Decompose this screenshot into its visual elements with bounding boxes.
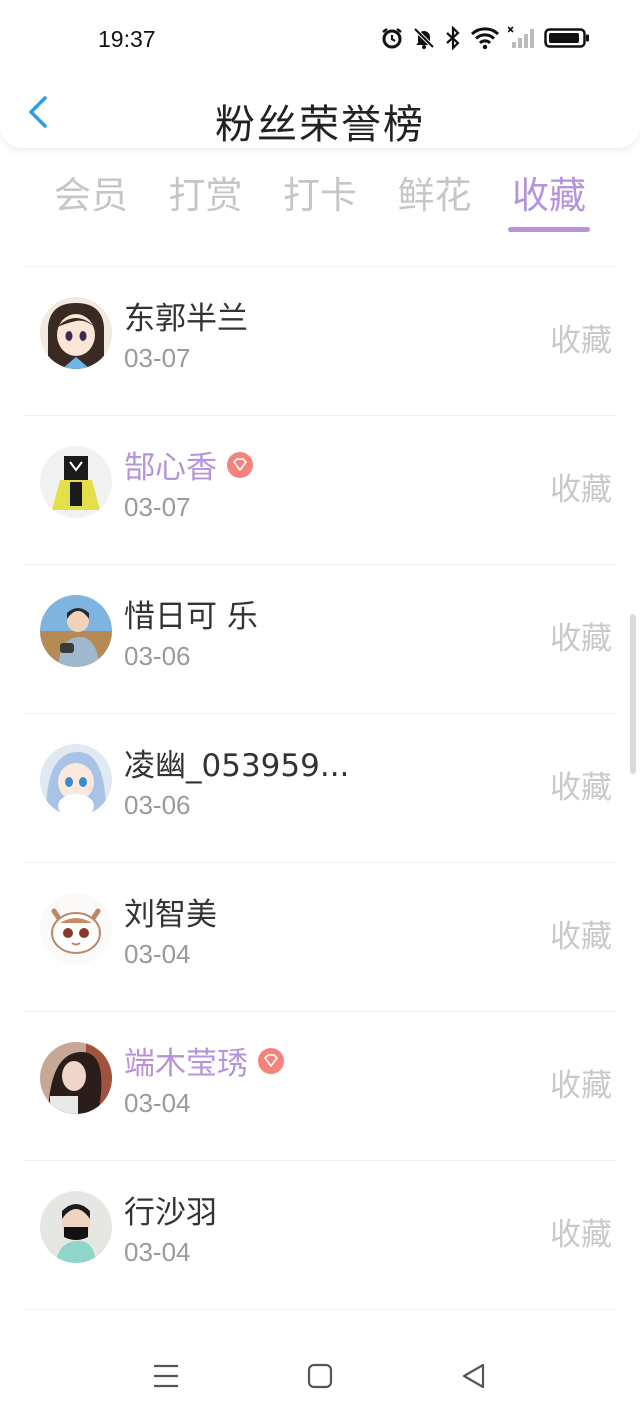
bluetooth-icon <box>444 25 462 54</box>
vip-diamond-icon <box>258 1047 284 1074</box>
mute-icon <box>412 26 436 54</box>
avatar <box>40 744 112 816</box>
avatar <box>40 595 112 667</box>
home-button[interactable] <box>298 1354 342 1398</box>
fan-date: 03-07 <box>124 343 191 373</box>
avatar <box>40 446 112 518</box>
action-label: 收藏 <box>550 323 612 359</box>
action-label: 收藏 <box>550 1217 612 1253</box>
fan-list: 东郭半兰 03-07 收藏 郜心香 03-07 收藏 惜日可 乐 03-06 收… <box>0 267 640 1310</box>
avatar <box>40 893 112 965</box>
action-label: 收藏 <box>550 621 612 657</box>
tab-flowers[interactable]: 鲜花 <box>384 170 486 226</box>
action-label: 收藏 <box>550 770 612 806</box>
alarm-icon <box>380 26 404 54</box>
avatar <box>40 1042 112 1114</box>
list-item[interactable]: 郜心香 03-07 收藏 <box>24 416 616 565</box>
fan-date: 03-07 <box>124 492 191 522</box>
fan-name: 端木莹琇 <box>124 1038 284 1083</box>
fan-date: 03-04 <box>124 1237 191 1267</box>
category-tabs: 会员 打赏 打卡 鲜花 收藏 <box>40 170 600 240</box>
fan-name: 惜日可 乐 <box>124 599 258 635</box>
back-nav-button[interactable] <box>452 1354 496 1398</box>
tab-membership[interactable]: 会员 <box>40 170 142 226</box>
signal-icon <box>507 26 536 54</box>
page-title: 粉丝荣誉榜 <box>215 102 425 148</box>
status-icons <box>380 25 590 54</box>
fan-name: 行沙羽 <box>124 1195 217 1231</box>
fan-date: 03-04 <box>124 1088 191 1118</box>
fan-date: 03-06 <box>124 790 191 820</box>
tab-reward[interactable]: 打赏 <box>155 170 257 226</box>
status-time: 19:37 <box>98 26 156 52</box>
list-item[interactable]: 端木莹琇 03-04 收藏 <box>24 1012 616 1161</box>
avatar <box>40 297 112 369</box>
home-nav-icon <box>307 1363 333 1389</box>
fan-date: 03-04 <box>124 939 191 969</box>
avatar <box>40 1191 112 1263</box>
wifi-icon <box>470 26 500 54</box>
back-nav-icon <box>462 1363 485 1389</box>
fan-date: 03-06 <box>124 641 191 671</box>
menu-nav-icon <box>154 1364 178 1388</box>
scrollbar[interactable] <box>630 614 636 774</box>
header-card: 19:37 粉丝荣誉榜 <box>0 0 640 148</box>
tab-checkin[interactable]: 打卡 <box>269 170 371 226</box>
list-item[interactable]: 凌幽_053959... 03-06 收藏 <box>24 714 616 863</box>
fan-name: 凌幽_053959... <box>124 748 350 784</box>
recent-apps-button[interactable] <box>144 1354 188 1398</box>
list-item[interactable]: 惜日可 乐 03-06 收藏 <box>24 565 616 714</box>
action-label: 收藏 <box>550 1068 612 1104</box>
vip-diamond-icon <box>227 451 253 478</box>
list-item[interactable]: 东郭半兰 03-07 收藏 <box>24 267 616 416</box>
system-navbar <box>0 1330 640 1422</box>
list-item[interactable]: 行沙羽 03-04 收藏 <box>24 1161 616 1310</box>
list-item[interactable]: 刘智美 03-04 收藏 <box>24 863 616 1012</box>
action-label: 收藏 <box>550 919 612 955</box>
fan-name: 东郭半兰 <box>124 301 248 337</box>
battery-icon <box>544 26 590 54</box>
tab-favorites[interactable]: 收藏 <box>498 170 600 232</box>
fan-name: 郜心香 <box>124 442 253 487</box>
fan-name: 刘智美 <box>124 897 217 933</box>
action-label: 收藏 <box>550 472 612 508</box>
